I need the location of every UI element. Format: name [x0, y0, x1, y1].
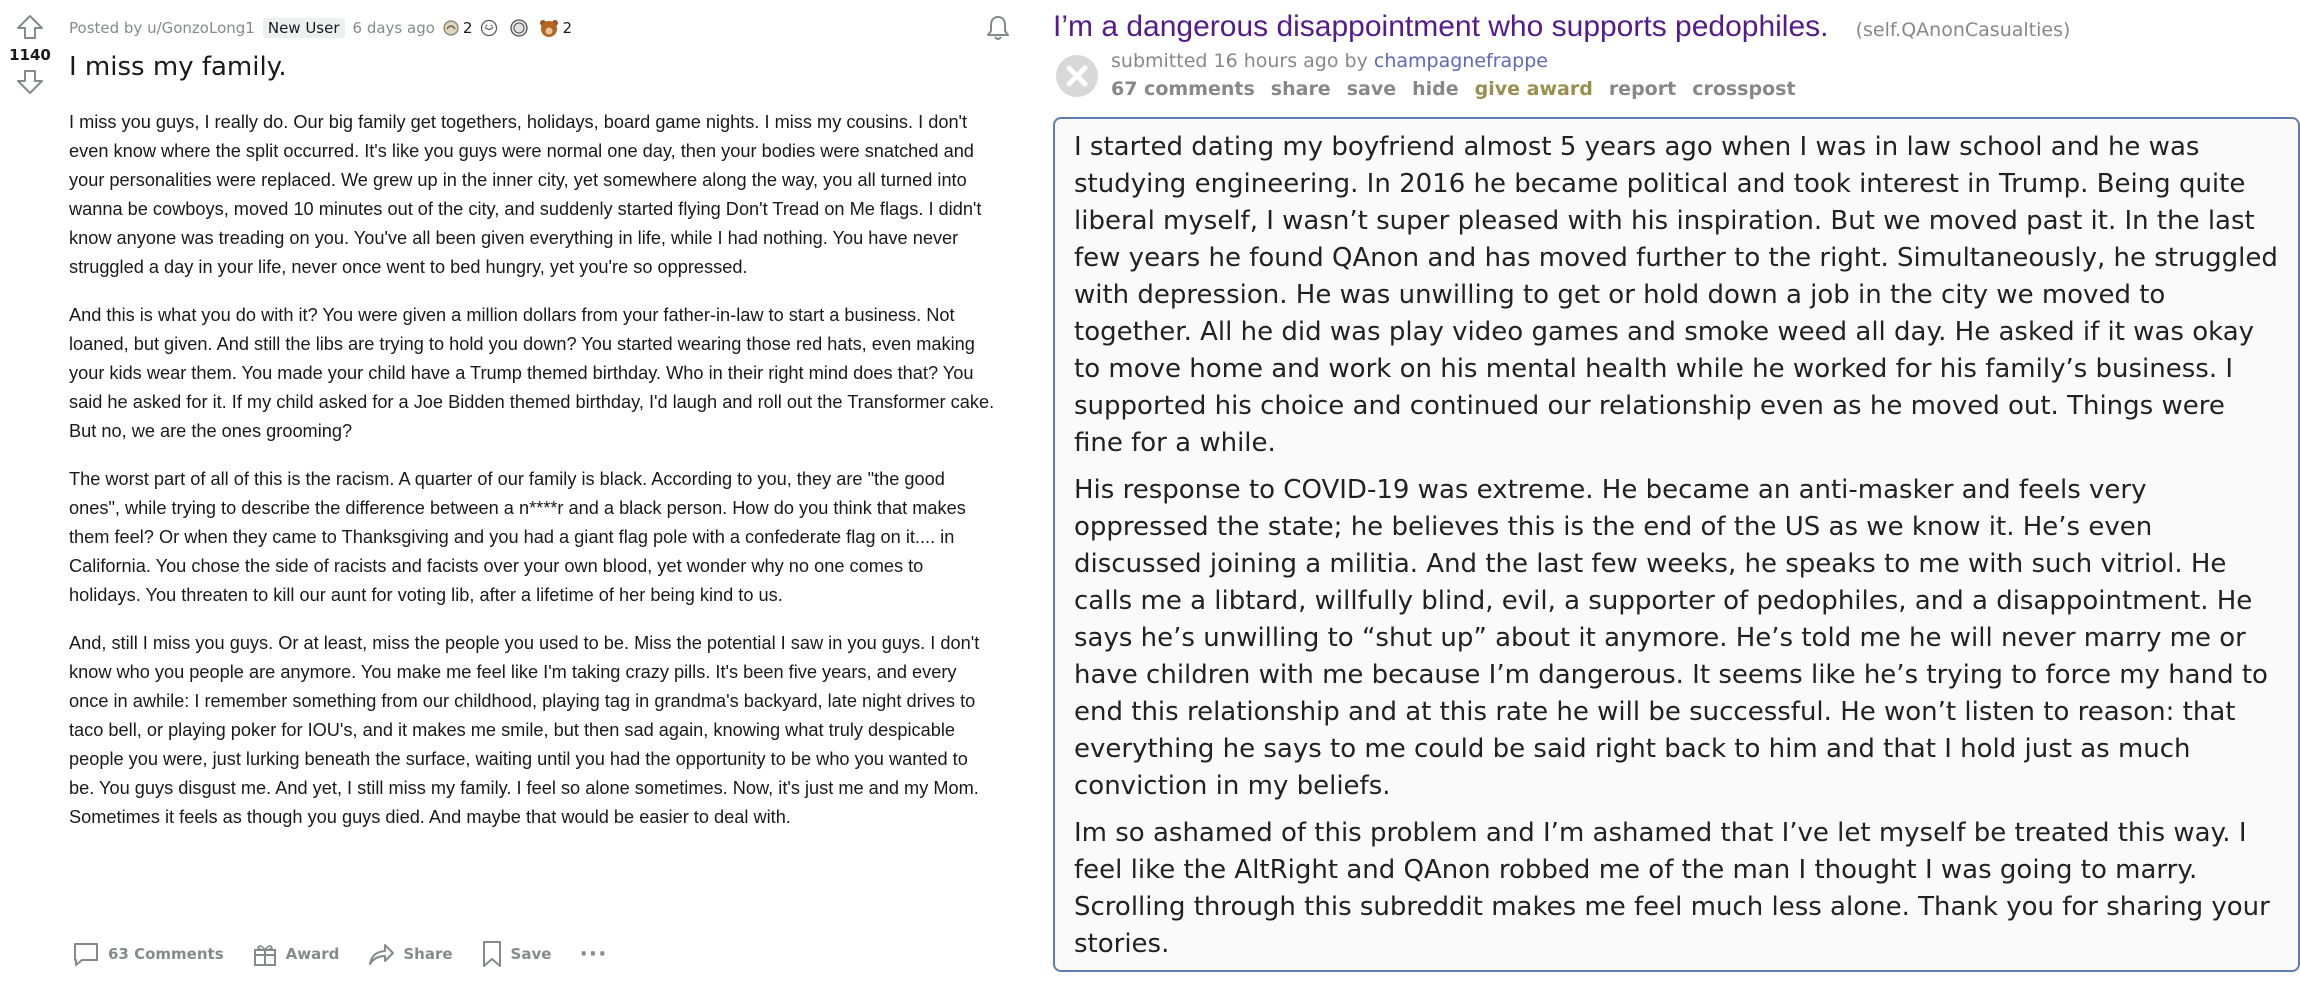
- post-paragraph: And this is what you do with it? You wer…: [69, 305, 995, 441]
- share-button[interactable]: Share: [367, 942, 453, 966]
- give-award-link[interactable]: give award: [1475, 78, 1593, 100]
- post-title[interactable]: I miss my family.: [69, 52, 287, 82]
- award-helpful[interactable]: 2: [441, 19, 473, 37]
- save-label: Save: [510, 945, 552, 963]
- report-link[interactable]: report: [1609, 78, 1676, 100]
- selftext-box: I started dating my boyfriend almost 5 y…: [1053, 117, 2300, 972]
- more-options-button[interactable]: ···: [579, 942, 607, 967]
- vote-count: 1140: [9, 46, 51, 64]
- author-link[interactable]: champagnefrappe: [1374, 50, 1548, 72]
- more-options-icon: ···: [579, 941, 608, 967]
- selftext-paragraph: Im so ashamed of this problem and I’m as…: [1074, 818, 2270, 959]
- share-label: Share: [403, 945, 453, 963]
- comments-label: 63 Comments: [108, 945, 224, 963]
- submitted-line: submitted 16 hours ago by champagnefrapp…: [1111, 50, 1548, 72]
- crosspost-link[interactable]: crosspost: [1692, 78, 1795, 100]
- save-link[interactable]: save: [1347, 78, 1396, 100]
- gift-icon: [253, 945, 276, 966]
- post-domain[interactable]: (self.QAnonCasualties): [1856, 19, 2071, 41]
- bell-icon[interactable]: [985, 14, 1011, 42]
- silver-award-icon: [510, 19, 529, 37]
- post-body: I miss you guys, I really do. Our big fa…: [69, 108, 997, 851]
- close-icon[interactable]: [1055, 54, 1099, 98]
- posted-by[interactable]: Posted by u/GonzoLong1: [69, 19, 255, 37]
- post-action-bar: 63 Comments Award Share Save ···: [72, 940, 636, 968]
- save-button[interactable]: Save: [481, 940, 552, 968]
- post-title-link[interactable]: I’m a dangerous disappointment who suppo…: [1053, 10, 1829, 43]
- award-count: 2: [562, 19, 573, 37]
- award-bear[interactable]: 2: [538, 18, 572, 38]
- upvote-arrow-icon[interactable]: [16, 14, 44, 40]
- bear-award-icon: [540, 20, 559, 37]
- post-paragraph: And, still I miss you guys. Or at least,…: [69, 633, 980, 827]
- award-button[interactable]: Award: [252, 941, 340, 967]
- vote-column: 1140: [8, 14, 52, 95]
- hide-link[interactable]: hide: [1412, 78, 1459, 100]
- share-icon: [369, 944, 395, 965]
- helpful-award-icon: [443, 20, 459, 36]
- award-wholesome[interactable]: [478, 19, 502, 37]
- comments-link[interactable]: 67 comments: [1111, 78, 1255, 100]
- award-label: Award: [285, 945, 340, 963]
- award-silver[interactable]: [508, 18, 532, 38]
- old-title-row: I’m a dangerous disappointment who suppo…: [1053, 10, 2070, 44]
- share-link[interactable]: share: [1271, 78, 1331, 100]
- post-meta: Posted by u/GonzoLong1 New User 6 days a…: [69, 16, 572, 40]
- post-age: 6 days ago: [352, 19, 435, 37]
- selftext-paragraph: I started dating my boyfriend almost 5 y…: [1074, 132, 2278, 458]
- selftext-paragraph: His response to COVID-19 was extreme. He…: [1074, 475, 2268, 801]
- wholesome-award-icon: [481, 19, 498, 37]
- user-flair: New User: [262, 18, 345, 38]
- submitted-prefix: submitted 16 hours ago by: [1111, 50, 1368, 72]
- comment-icon: [74, 943, 98, 966]
- post-paragraph: The worst part of all of this is the rac…: [69, 469, 966, 605]
- comments-button[interactable]: 63 Comments: [72, 941, 224, 967]
- old-reddit-post: I’m a dangerous disappointment who suppo…: [1040, 0, 2300, 984]
- new-reddit-post: 1140 Posted by u/GonzoLong1 New User 6 d…: [0, 0, 1010, 984]
- award-count: 2: [462, 19, 473, 37]
- downvote-arrow-icon[interactable]: [16, 69, 44, 95]
- old-buttons: 67 comments share save hide give award r…: [1111, 78, 1812, 100]
- bookmark-icon: [482, 941, 501, 967]
- post-paragraph: I miss you guys, I really do. Our big fa…: [69, 112, 982, 277]
